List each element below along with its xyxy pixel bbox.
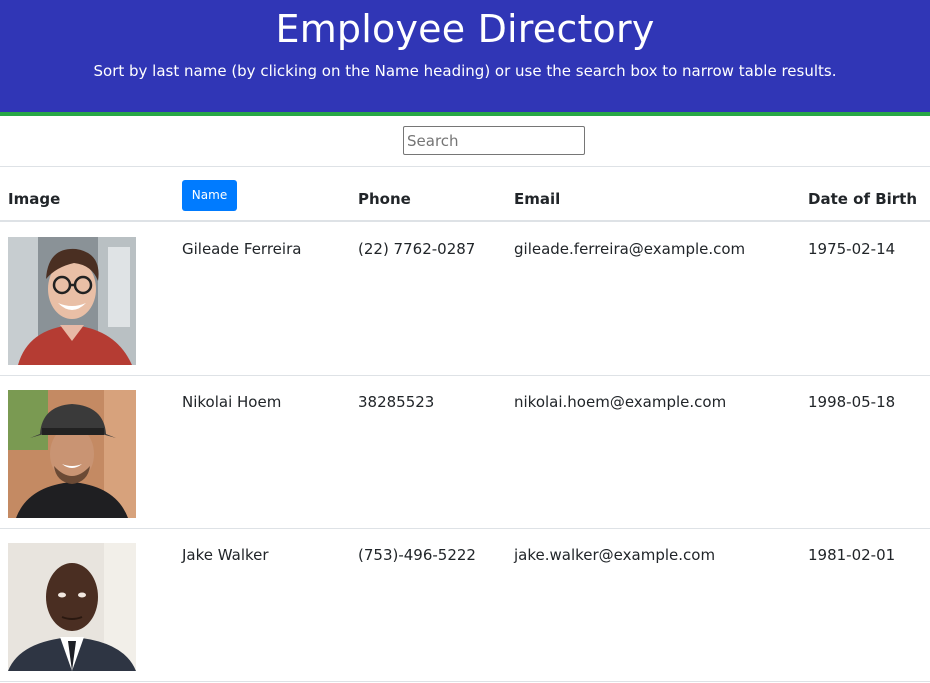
- employee-photo: [8, 390, 136, 518]
- table-row: Jake Walker (753)-496-5222 jake.walker@e…: [0, 529, 930, 682]
- search-bar: [0, 116, 930, 166]
- employee-email: gileade.ferreira@example.com: [514, 240, 746, 258]
- column-header-image: Image: [8, 190, 61, 208]
- employee-name: Nikolai Hoem: [182, 393, 282, 411]
- page-header: Employee Directory Sort by last name (by…: [0, 0, 930, 116]
- employee-phone: (753)-496-5222: [358, 546, 476, 564]
- page-title: Employee Directory: [275, 7, 655, 51]
- column-header-phone: Phone: [358, 190, 411, 208]
- employee-photo: [8, 543, 136, 671]
- table-row: Gileade Ferreira (22) 7762-0287 gileade.…: [0, 223, 930, 376]
- employee-photo: [8, 237, 136, 365]
- employee-email: nikolai.hoem@example.com: [514, 393, 727, 411]
- employee-dob: 1981-02-01: [808, 546, 896, 564]
- table-row: Nikolai Hoem 38285523 nikolai.hoem@examp…: [0, 376, 930, 529]
- employee-phone: 38285523: [358, 393, 435, 411]
- employee-phone: (22) 7762-0287: [358, 240, 476, 258]
- employee-dob: 1975-02-14: [808, 240, 896, 258]
- table-header: Image Name Phone Email Date of Birth: [0, 166, 930, 222]
- search-input[interactable]: [403, 126, 585, 155]
- employee-dob: 1998-05-18: [808, 393, 896, 411]
- employee-email: jake.walker@example.com: [514, 546, 716, 564]
- employee-name: Jake Walker: [182, 546, 269, 564]
- sort-by-name-button[interactable]: Name: [182, 180, 237, 211]
- column-header-email: Email: [514, 190, 561, 208]
- employee-name: Gileade Ferreira: [182, 240, 302, 258]
- page-subtitle: Sort by last name (by clicking on the Na…: [93, 62, 837, 80]
- column-header-dob: Date of Birth: [808, 190, 918, 208]
